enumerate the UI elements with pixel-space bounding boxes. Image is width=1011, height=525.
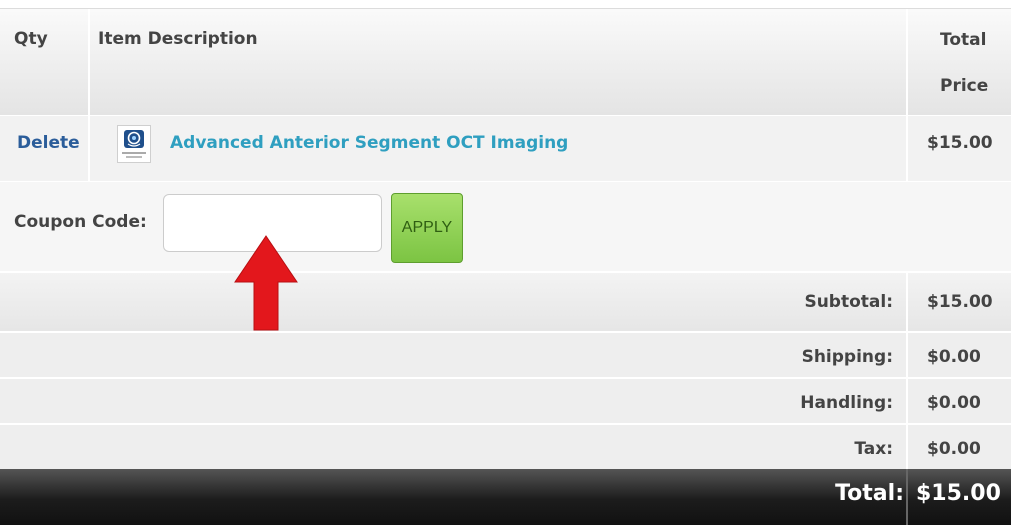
subtotal-value: $15.00 <box>927 292 993 312</box>
total-price-header-line1: Total <box>940 30 987 50</box>
handling-row: Handling: $0.00 <box>0 377 1011 423</box>
shopping-cart-table: Qty Item Description Total Price Delete … <box>0 8 1011 525</box>
cart-header-row: Qty Item Description Total Price <box>0 9 1011 115</box>
total-value: $15.00 <box>916 481 1001 506</box>
tax-label: Tax: <box>854 439 893 459</box>
grand-total-row: Total: $15.00 <box>0 469 1011 525</box>
thumbnail-caption-line <box>122 152 146 154</box>
handling-value: $0.00 <box>927 393 981 413</box>
item-description-header: Item Description <box>98 29 258 49</box>
coupon-row: Coupon Code: APPLY <box>0 181 1011 271</box>
column-divider <box>906 333 908 377</box>
thumbnail-caption-line <box>126 156 142 158</box>
column-divider <box>88 9 90 115</box>
coupon-code-label: Coupon Code: <box>14 212 147 232</box>
total-price-header: Total Price <box>940 17 988 109</box>
column-divider <box>88 116 90 181</box>
apply-coupon-button[interactable]: APPLY <box>391 193 463 263</box>
column-divider <box>906 9 908 115</box>
red-arrow-icon <box>234 235 298 331</box>
subtotal-label: Subtotal: <box>804 292 893 312</box>
item-price: $15.00 <box>927 133 993 153</box>
delete-item-link[interactable]: Delete <box>17 133 80 153</box>
column-divider <box>906 379 908 423</box>
column-divider <box>906 116 908 181</box>
column-divider <box>906 469 908 525</box>
product-thumbnail-icon[interactable] <box>117 125 151 163</box>
subtotal-row: Subtotal: $15.00 <box>0 271 1011 331</box>
qty-header: Qty <box>14 29 48 49</box>
handling-label: Handling: <box>800 393 893 413</box>
tax-row: Tax: $0.00 <box>0 423 1011 469</box>
total-label: Total: <box>835 481 904 506</box>
shipping-value: $0.00 <box>927 347 981 367</box>
cart-item-row: Delete Advanced Anterior Segment OCT Ima… <box>0 115 1011 181</box>
total-price-header-line2: Price <box>940 76 989 96</box>
shipping-row: Shipping: $0.00 <box>0 331 1011 377</box>
column-divider <box>906 425 908 469</box>
item-name-link[interactable]: Advanced Anterior Segment OCT Imaging <box>170 133 568 153</box>
tax-value: $0.00 <box>927 439 981 459</box>
column-divider <box>906 273 908 331</box>
shipping-label: Shipping: <box>801 347 893 367</box>
product-image <box>124 130 144 148</box>
